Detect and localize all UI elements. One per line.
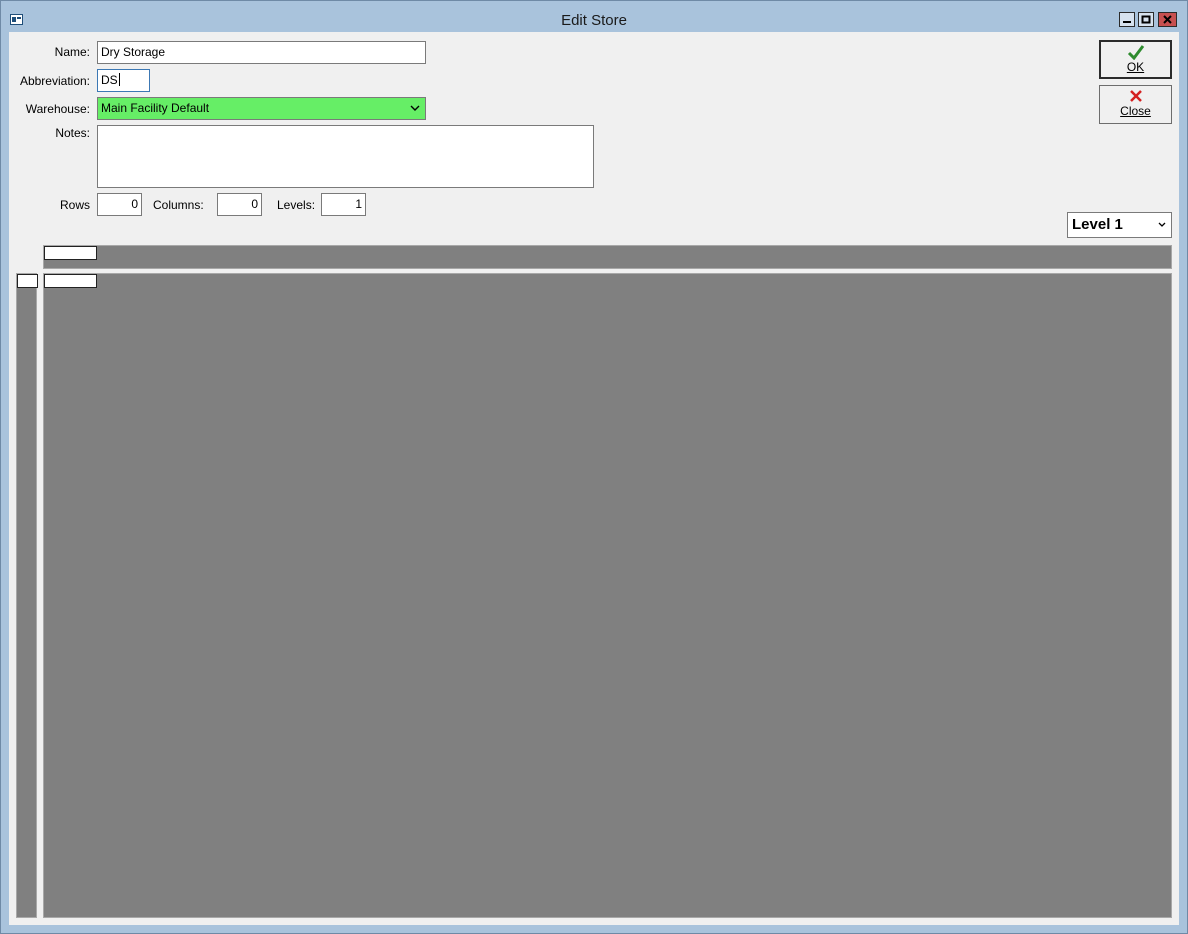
grid-cell[interactable] <box>44 274 97 288</box>
warehouse-label: Warehouse: <box>25 102 90 116</box>
rows-value: 0 <box>131 197 138 211</box>
levels-value: 1 <box>355 197 362 211</box>
abbreviation-label: Abbreviation: <box>19 74 90 88</box>
ok-button[interactable]: OK <box>1099 40 1172 79</box>
x-icon <box>1129 90 1142 102</box>
columns-label: Columns: <box>153 198 204 212</box>
columns-input[interactable]: 0 <box>217 193 262 216</box>
name-value: Dry Storage <box>101 45 166 59</box>
abbreviation-input[interactable]: DS <box>97 69 150 92</box>
chevron-down-icon <box>410 105 420 111</box>
warehouse-select[interactable]: Main Facility Default <box>97 97 426 120</box>
chevron-down-icon <box>1158 222 1166 227</box>
maximize-icon <box>1141 15 1151 24</box>
minimize-icon <box>1123 21 1131 23</box>
notes-label: Notes: <box>55 126 90 140</box>
warehouse-value: Main Facility Default <box>101 101 210 115</box>
levels-input[interactable]: 1 <box>321 193 366 216</box>
close-label: Close <box>1120 104 1151 118</box>
title-bar[interactable]: Edit Store <box>1 1 1187 32</box>
notes-textarea[interactable] <box>97 125 594 188</box>
rows-input[interactable]: 0 <box>97 193 142 216</box>
row-header-strip <box>16 273 38 918</box>
minimize-button[interactable] <box>1119 12 1135 27</box>
name-label: Name: <box>54 45 90 59</box>
window-title: Edit Store <box>561 12 627 29</box>
column-header-strip <box>43 245 1172 269</box>
rows-label: Rows <box>59 198 90 212</box>
levels-label: Levels: <box>277 198 316 212</box>
level-select[interactable]: Level 1 <box>1067 212 1172 238</box>
text-caret <box>118 73 120 86</box>
close-button[interactable]: Close <box>1099 85 1172 124</box>
checkmark-icon <box>1127 45 1144 60</box>
edit-store-window: Edit Store Name: Dry Storage Abbreviatio… <box>0 0 1188 934</box>
column-header-cell[interactable] <box>44 246 97 260</box>
abbreviation-value: DS <box>101 73 118 87</box>
row-header-cell[interactable] <box>17 274 38 288</box>
columns-value: 0 <box>251 197 258 211</box>
level-value: Level 1 <box>1072 216 1123 233</box>
form-area: Name: Dry Storage Abbreviation: DS Wareh… <box>9 32 1179 925</box>
name-input[interactable]: Dry Storage <box>97 41 426 64</box>
window-close-button[interactable] <box>1158 12 1177 27</box>
maximize-button[interactable] <box>1138 12 1154 27</box>
storage-grid[interactable] <box>43 273 1172 918</box>
ok-label: OK <box>1126 60 1145 74</box>
close-icon <box>1163 15 1172 24</box>
